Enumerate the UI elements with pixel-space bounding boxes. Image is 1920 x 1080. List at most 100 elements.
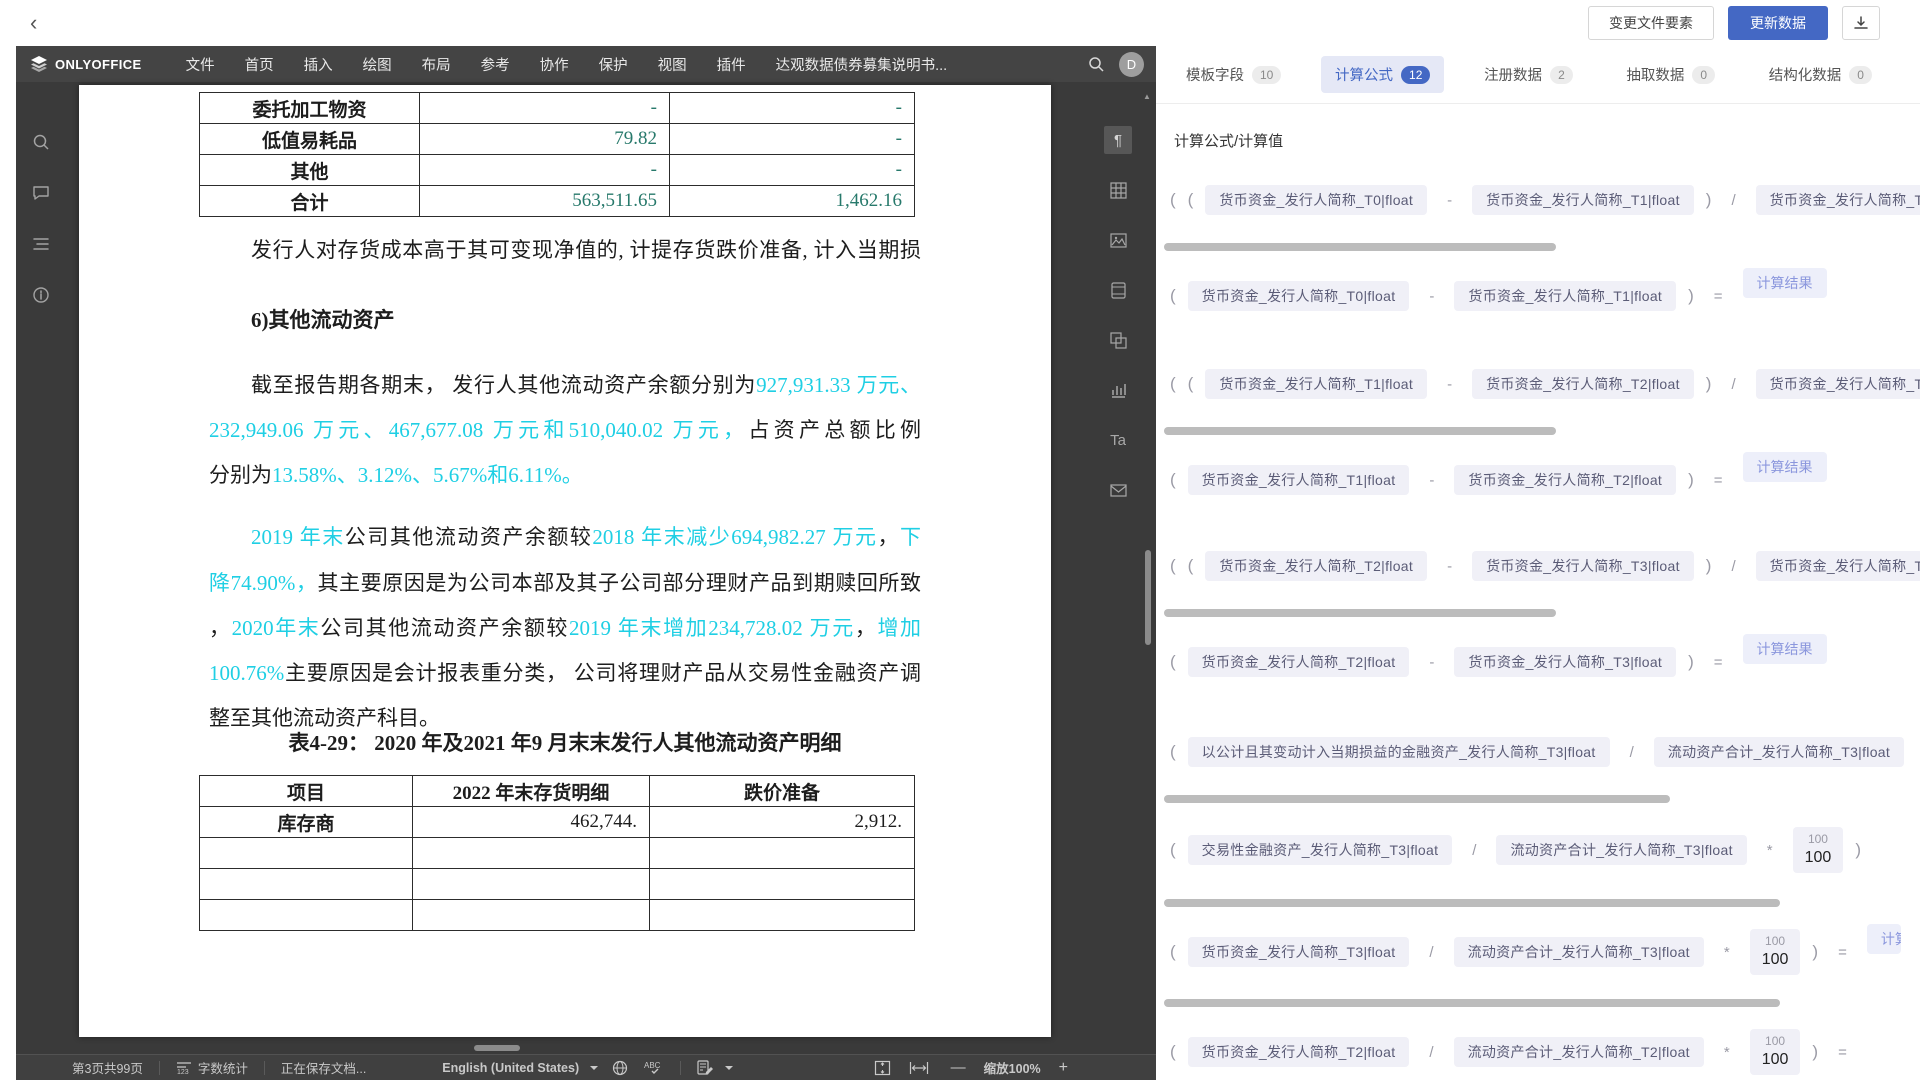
field-tag[interactable]: 流动资产合计_发行人简称_T2|float [1454, 1037, 1704, 1067]
track-changes-button[interactable] [697, 1060, 733, 1076]
document-page[interactable]: 委托加工物资--低值易耗品79.82-其他--合计563,511.651,462… [79, 85, 1051, 1037]
horizontal-scrollbar[interactable] [1164, 999, 1780, 1007]
field-tag[interactable]: 以公计且其变动计入当期损益的金融资产_发行人简称_T3|float [1188, 737, 1610, 767]
menu-item-6[interactable]: 参考 [467, 46, 524, 82]
vertical-scrollbar-thumb[interactable] [1145, 550, 1151, 645]
right-settings-toolbar: ¶ Ta [1096, 82, 1140, 1054]
shape-settings-icon[interactable] [1104, 326, 1132, 354]
result-tag[interactable]: 计算结果 [1743, 634, 1827, 664]
menu-item-4[interactable]: 绘图 [349, 46, 406, 82]
horizontal-scrollbar-thumb[interactable] [474, 1045, 520, 1051]
menu-item-2[interactable]: 首页 [231, 46, 288, 82]
field-tag[interactable]: 货币资金_发行人简称_T0|float [1188, 281, 1410, 311]
menu-item-1[interactable]: 文件 [172, 46, 229, 82]
field-tag[interactable]: 货币资金_发行人简称_T0|float [1205, 185, 1427, 215]
field-tag[interactable]: 货币资金_发行人简称_T2|float [1454, 465, 1676, 495]
field-tag[interactable]: 货币资金_发行人简称_T1|float [1205, 369, 1427, 399]
page-indicator[interactable]: 第3页共99页 [72, 1058, 143, 1077]
fit-page-button[interactable] [874, 1060, 891, 1076]
fit-width-button[interactable] [909, 1061, 929, 1075]
update-data-button[interactable]: 更新数据 [1728, 6, 1828, 40]
field-tag[interactable]: 交易性金融资产_发行人简称_T3|float [1188, 835, 1453, 865]
field-tag[interactable]: 货币资金_发行人简称_T1|float [1756, 185, 1920, 215]
field-tag[interactable]: 货币资金_发行人简称_T3|float [1756, 551, 1920, 581]
menu-item-10[interactable]: 插件 [703, 46, 760, 82]
horizontal-scrollbar[interactable] [1164, 243, 1556, 251]
textart-settings-icon[interactable]: Ta [1104, 426, 1132, 454]
tab-模板字段[interactable]: 模板字段10 [1172, 56, 1295, 93]
paren: ( [1170, 286, 1176, 306]
table-settings-icon[interactable] [1104, 176, 1132, 204]
tab-注册数据[interactable]: 注册数据2 [1470, 56, 1587, 93]
field-tag[interactable]: 流动资产合计_发行人简称_T3|float [1454, 937, 1704, 967]
change-file-elements-button[interactable]: 变更文件要素 [1588, 6, 1714, 40]
menu-item-5[interactable]: 布局 [408, 46, 465, 82]
download-button[interactable] [1842, 6, 1880, 40]
paragraph-settings-icon[interactable]: ¶ [1104, 126, 1132, 154]
horizontal-scrollbar[interactable] [1164, 899, 1780, 907]
field-tag[interactable]: 货币资金_发行人简称_T2|float [1188, 647, 1410, 677]
text-segment: 发行人对存货成本高于其可变现净值的, 计提存货跌价准备, 计入当期损益。 [251, 238, 921, 263]
avatar[interactable]: D [1119, 52, 1144, 77]
fraction-tag[interactable]: 100100 [1793, 827, 1844, 873]
about-icon[interactable] [27, 281, 55, 309]
field-tag[interactable]: 货币资金_发行人简称_T3|float [1472, 551, 1694, 581]
horizontal-scrollbar[interactable] [1164, 795, 1670, 803]
zoom-out-button[interactable]: — [951, 1059, 966, 1076]
operator: / [1429, 1044, 1433, 1061]
zoom-level[interactable]: 缩放100% [984, 1058, 1041, 1077]
field-tag[interactable]: 货币资金_发行人简称_T3|float [1188, 937, 1410, 967]
field-tag[interactable]: 流动资产合计_发行人简称_T3|float [1654, 737, 1904, 767]
language-selector[interactable]: English (United States) [442, 1061, 598, 1075]
back-icon[interactable]: ‹ [30, 12, 37, 34]
field-tag[interactable]: 流动资产合计_发行人简称_T3|float [1496, 835, 1746, 865]
text-line: 降74.90%，其主要原因是为公司本部及其子公司部分理财产品到期赎回所致 [209, 570, 921, 596]
zoom-in-button[interactable]: + [1059, 1059, 1068, 1077]
paren: ) [1706, 374, 1712, 394]
comments-icon[interactable] [27, 179, 55, 207]
field-tag[interactable]: 货币资金_发行人简称_T2|float [1205, 551, 1427, 581]
menu-item-9[interactable]: 视图 [644, 46, 701, 82]
headerfooter-settings-icon[interactable] [1104, 276, 1132, 304]
paren: ) [1812, 942, 1818, 962]
tab-label: 计算公式 [1335, 64, 1393, 85]
field-tag[interactable]: 货币资金_发行人简称_T3|float [1454, 647, 1676, 677]
field-tag[interactable]: 货币资金_发行人简称_T2|float [1188, 1037, 1410, 1067]
table-cell [650, 869, 915, 900]
spellcheck-icon: ABC [644, 1060, 664, 1075]
fraction-tag[interactable]: 100100 [1750, 1029, 1801, 1075]
field-tag[interactable]: 货币资金_发行人简称_T1|float [1454, 281, 1676, 311]
document-language-button[interactable] [612, 1060, 628, 1076]
image-settings-icon[interactable] [1104, 226, 1132, 254]
horizontal-scrollbar[interactable] [1164, 609, 1556, 617]
scroll-up-icon[interactable]: ▲ [1143, 92, 1151, 101]
table-cell: 低值易耗品 [200, 124, 420, 155]
find-icon[interactable] [27, 128, 55, 156]
menu-item-8[interactable]: 保护 [585, 46, 642, 82]
field-tag[interactable]: 货币资金_发行人简称_T2|float [1756, 369, 1920, 399]
result-tag[interactable]: 计算结果 [1743, 268, 1827, 298]
fraction-tag[interactable]: 100100 [1750, 929, 1801, 975]
result-tag-clipped[interactable]: 计算结果 [1867, 924, 1901, 954]
horizontal-scrollbar[interactable] [1164, 427, 1556, 435]
field-tag[interactable]: 货币资金_发行人简称_T1|float [1188, 465, 1410, 495]
result-tag[interactable]: 计算结果 [1743, 452, 1827, 482]
paren: ( [1188, 190, 1194, 210]
fraction-numerator: 100 [1808, 832, 1828, 847]
menu-item-7[interactable]: 协作 [526, 46, 583, 82]
navigation-icon[interactable] [27, 230, 55, 258]
mailmerge-settings-icon[interactable] [1104, 476, 1132, 504]
tab-抽取数据[interactable]: 抽取数据0 [1612, 56, 1729, 93]
tab-结构化数据[interactable]: 结构化数据0 [1755, 56, 1886, 93]
chart-settings-icon[interactable] [1104, 376, 1132, 404]
search-icon[interactable] [1088, 56, 1105, 73]
text-line: 100.76%主要原因是会计报表重分类， 公司将理财产品从交易性金融资产调 [209, 660, 921, 686]
word-count-button[interactable]: 123 字数统计 [176, 1058, 248, 1077]
field-tag[interactable]: 货币资金_发行人简称_T1|float [1472, 185, 1694, 215]
field-tag[interactable]: 货币资金_发行人简称_T2|float [1472, 369, 1694, 399]
menu-item-3[interactable]: 插入 [290, 46, 347, 82]
vertical-scrollbar[interactable]: ▲ [1140, 82, 1156, 1054]
tab-计算公式[interactable]: 计算公式12 [1321, 56, 1444, 93]
menu-item-11[interactable]: 达观数据债券募集说明书... [762, 46, 962, 82]
spellcheck-button[interactable]: ABC [644, 1060, 664, 1075]
